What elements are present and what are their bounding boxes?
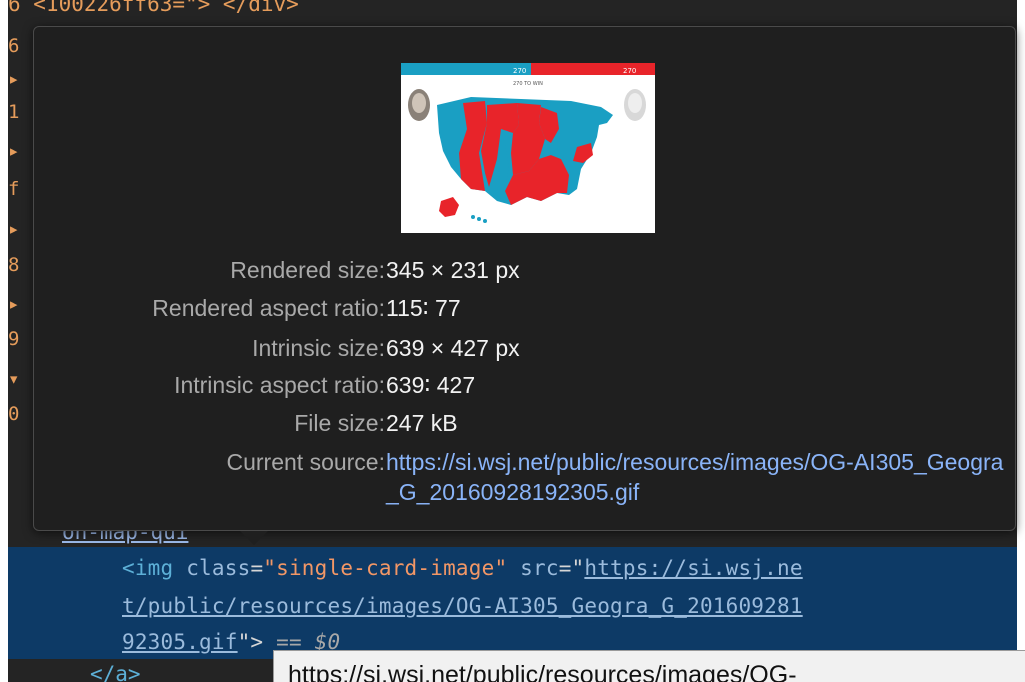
file-size-label: File size: [294,410,385,436]
current-source-row: Current source: https://si.wsj.net/publi… [34,447,1017,511]
src-link-part-3[interactable]: 92305.gif [122,630,238,654]
tag-close: "> [237,630,264,654]
bar-right-number: 270 [623,67,636,75]
gutter-text: 6 [8,37,20,56]
rendered-aspect-label: Rendered aspect ratio: [152,295,385,321]
gutter-text: 9 [8,330,20,349]
current-source-link[interactable]: https://si.wsj.net/public/resources/imag… [386,447,1006,507]
selected-line-1[interactable]: <img class="single-card-image" src="http… [122,558,803,579]
rendered-aspect-value: 115∶ 77 [386,295,461,321]
intrinsic-aspect-label: Intrinsic aspect ratio: [174,372,385,398]
intrinsic-size-label: Intrinsic size: [252,335,385,361]
file-size-row: File size: 247 kB [34,408,1017,438]
file-size-value: 247 kB [386,410,458,436]
expand-arrow-icon[interactable]: ▸ [8,142,32,161]
class-attr-value: "single-card-image" [263,556,508,580]
src-link-part-2[interactable]: t/public/resources/images/OG-AI305_Geogr… [122,594,803,618]
image-info-tooltip: 270 270 270 TO WIN Rendered size: 345 × … [33,26,1016,531]
expand-arrow-icon[interactable]: ▸ [8,220,32,239]
rendered-size-row: Rendered size: 345 × 231 px [34,255,1017,285]
collapse-arrow-icon[interactable]: ▾ [8,370,32,389]
intrinsic-size-row: Intrinsic size: 639 × 427 px [34,333,1017,363]
url-hover-tooltip: https://si.wsj.net/public/resources/imag… [273,650,1025,682]
election-map-thumbnail: 270 270 270 TO WIN [401,63,655,233]
class-attr-name: class [186,556,251,580]
src-attr-name: src [520,556,559,580]
gutter-text: 0 [8,405,20,424]
rendered-aspect-row: Rendered aspect ratio: 115∶ 77 [34,293,1017,323]
gutter-text: 8 [8,256,20,275]
tooltip-pointer [240,531,268,545]
intrinsic-aspect-value: 639∶ 427 [386,372,476,398]
rendered-size-label: Rendered size: [230,257,385,283]
intrinsic-aspect-row: Intrinsic aspect ratio: 639∶ 427 [34,370,1017,400]
intrinsic-size-value: 639 × 427 px [386,335,520,361]
closing-a-tag[interactable]: </a> [90,664,141,682]
electoral-bar-blue [401,63,531,75]
current-source-label: Current source: [226,449,385,475]
rendered-size-value: 345 × 231 px [386,257,520,283]
bar-center-label: 270 TO WIN [513,81,543,87]
code-line-partial: 6 <100226ff63="> </div> [8,0,299,16]
image-preview: 270 270 270 TO WIN [401,63,655,233]
bar-left-number: 270 [513,67,526,75]
electoral-bar-red [531,63,655,75]
img-tag-open: <img [122,556,174,580]
src-link-part-1[interactable]: https://si.wsj.ne [584,556,802,580]
expand-arrow-icon[interactable]: ▸ [8,70,32,89]
expand-arrow-icon[interactable]: ▸ [8,295,32,314]
selected-line-2[interactable]: t/public/resources/images/OG-AI305_Geogr… [122,596,803,617]
gutter-text: 1 [8,103,20,122]
gutter-text: f [8,180,20,199]
